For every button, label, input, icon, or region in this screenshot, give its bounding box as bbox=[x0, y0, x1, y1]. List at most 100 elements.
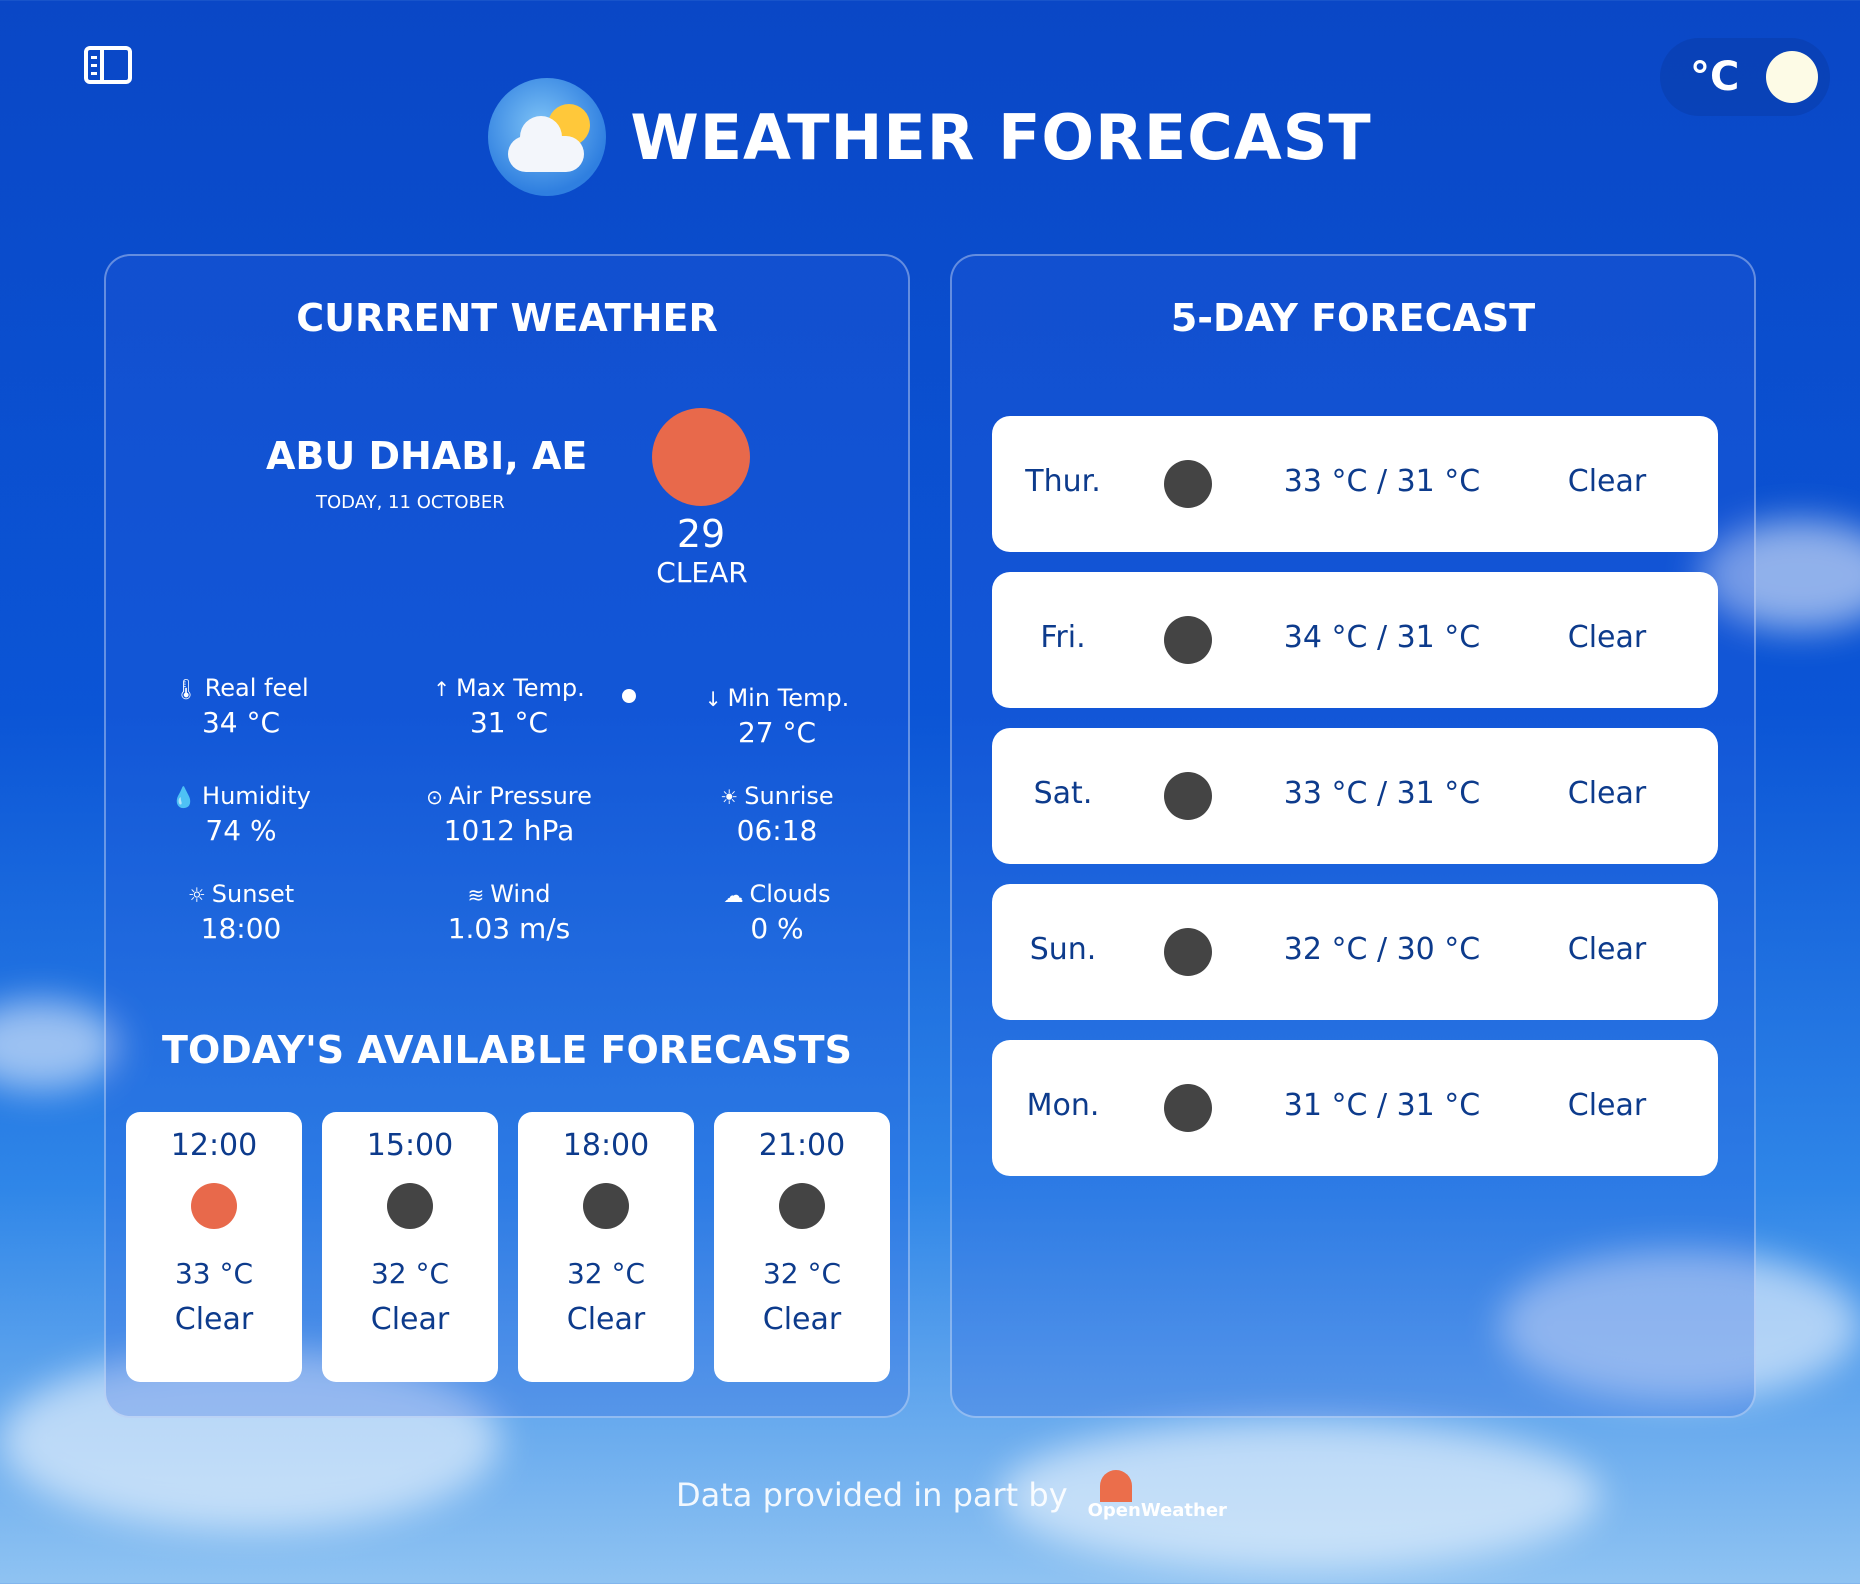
pressure-icon: ⊙ bbox=[426, 785, 443, 809]
page-title: WEATHER FORECAST bbox=[630, 100, 1372, 174]
background-cloud bbox=[0, 1000, 120, 1090]
max-temp-icon: ↑ bbox=[433, 677, 450, 701]
moon-icon bbox=[1164, 616, 1212, 664]
moon-icon bbox=[583, 1183, 629, 1229]
wind-icon: ≋ bbox=[467, 883, 485, 907]
stat-value: 31 °C bbox=[469, 706, 549, 739]
sun-icon bbox=[191, 1183, 237, 1229]
moon-icon bbox=[1164, 1084, 1212, 1132]
forecast-temps: 33 °C / 31 °C bbox=[1283, 776, 1481, 811]
sunset-icon: ☼ bbox=[187, 883, 206, 907]
hourly-time: 18:00 bbox=[562, 1128, 650, 1163]
forecast-condition: Clear bbox=[1567, 776, 1647, 811]
current-weather-title: CURRENT WEATHER bbox=[296, 296, 718, 340]
current-temperature: 29 bbox=[676, 512, 726, 556]
openweather-brand: OpenWeather bbox=[1087, 1500, 1227, 1521]
stat-label: ☁ Clouds bbox=[723, 880, 831, 908]
five-day-forecast-panel: 5-DAY FORECAST Thur. 33 °C / 31 °C Clear… bbox=[950, 254, 1756, 1418]
hourly-condition: Clear bbox=[762, 1302, 842, 1337]
forecast-day-row[interactable]: Sun. 32 °C / 30 °C Clear bbox=[992, 884, 1718, 1020]
forecast-day: Thur. bbox=[1025, 464, 1101, 499]
forecast-day: Fri. bbox=[1040, 620, 1086, 655]
forecast-temps: 31 °C / 31 °C bbox=[1283, 1088, 1481, 1123]
current-date: TODAY, 11 OCTOBER bbox=[316, 492, 505, 513]
indicator-dot bbox=[622, 689, 636, 703]
hourly-time: 15:00 bbox=[366, 1128, 454, 1163]
today-forecasts-title: TODAY'S AVAILABLE FORECASTS bbox=[162, 1028, 852, 1072]
weather-logo-icon bbox=[488, 78, 607, 196]
forecast-day: Sat. bbox=[1033, 776, 1093, 811]
city-name: ABU DHABI, AE bbox=[266, 434, 588, 478]
stat-label: ≋ Wind bbox=[467, 880, 551, 908]
current-weather-panel: CURRENT WEATHER ABU DHABI, AE TODAY, 11 … bbox=[104, 254, 910, 1418]
stat-value: 27 °C bbox=[737, 716, 817, 749]
stat-air-pressure: ⊙ Air Pressure 1012 hPa bbox=[394, 782, 624, 847]
moon-icon bbox=[1164, 772, 1212, 820]
thermometer-icon: 🌡 bbox=[173, 677, 199, 701]
sunrise-icon: ☀ bbox=[720, 785, 739, 809]
openweather-logo[interactable]: OpenWeather bbox=[1088, 1470, 1227, 1521]
hourly-temp: 32 °C bbox=[566, 1257, 646, 1290]
five-day-forecast-title: 5-DAY FORECAST bbox=[1170, 296, 1536, 340]
hourly-condition: Clear bbox=[370, 1302, 450, 1337]
min-temp-icon: ↓ bbox=[704, 687, 722, 711]
hourly-time: 21:00 bbox=[758, 1128, 846, 1163]
hourly-temp: 33 °C bbox=[174, 1257, 254, 1290]
moon-icon bbox=[1164, 460, 1212, 508]
stat-wind: ≋ Wind 1.03 m/s bbox=[394, 880, 624, 945]
stat-max-temp: ↑ Max Temp. 31 °C bbox=[394, 674, 624, 739]
hourly-condition: Clear bbox=[566, 1302, 646, 1337]
forecast-temps: 33 °C / 31 °C bbox=[1283, 464, 1481, 499]
forecast-day: Mon. bbox=[1026, 1088, 1100, 1123]
stat-sunrise: ☀ Sunrise 06:18 bbox=[662, 782, 892, 847]
forecast-day-row[interactable]: Fri. 34 °C / 31 °C Clear bbox=[992, 572, 1718, 708]
stat-real-feel: 🌡 Real feel 34 °C bbox=[126, 674, 356, 739]
forecast-condition: Clear bbox=[1567, 932, 1647, 967]
stat-label: ⊙ Air Pressure bbox=[426, 782, 592, 810]
stat-min-temp: ↓ Min Temp. 27 °C bbox=[662, 684, 892, 749]
stat-sunset: ☼ Sunset 18:00 bbox=[126, 880, 356, 945]
stat-label: ↓ Min Temp. bbox=[704, 684, 850, 712]
hourly-temp: 32 °C bbox=[762, 1257, 842, 1290]
hourly-condition: Clear bbox=[174, 1302, 254, 1337]
forecast-temps: 34 °C / 31 °C bbox=[1283, 620, 1481, 655]
forecast-day-row[interactable]: Sat. 33 °C / 31 °C Clear bbox=[992, 728, 1718, 864]
forecast-day-row[interactable]: Mon. 31 °C / 31 °C Clear bbox=[992, 1040, 1718, 1176]
droplet-icon: 💧 bbox=[171, 785, 197, 809]
stat-value: 74 % bbox=[205, 814, 277, 847]
forecast-day-row[interactable]: Thur. 33 °C / 31 °C Clear bbox=[992, 416, 1718, 552]
forecast-day: Sun. bbox=[1029, 932, 1097, 967]
app-header: WEATHER FORECAST bbox=[0, 78, 1860, 196]
stat-clouds: ☁ Clouds 0 % bbox=[662, 880, 892, 945]
hourly-card[interactable]: 18:00 32 °C Clear bbox=[518, 1112, 694, 1382]
moon-icon bbox=[1164, 928, 1212, 976]
forecast-condition: Clear bbox=[1567, 464, 1647, 499]
cloud-icon: ☁ bbox=[723, 883, 744, 907]
stat-label: ☼ Sunset bbox=[187, 880, 295, 908]
sun-icon bbox=[652, 408, 750, 506]
stat-humidity: 💧 Humidity 74 % bbox=[126, 782, 356, 847]
stat-value: 06:18 bbox=[736, 814, 818, 847]
stat-value: 1.03 m/s bbox=[447, 912, 571, 945]
stat-value: 0 % bbox=[750, 912, 804, 945]
stat-label: ↑ Max Temp. bbox=[433, 674, 585, 702]
hourly-card[interactable]: 12:00 33 °C Clear bbox=[126, 1112, 302, 1382]
forecast-condition: Clear bbox=[1567, 1088, 1647, 1123]
stat-label: 🌡 Real feel bbox=[173, 674, 309, 702]
stat-value: 1012 hPa bbox=[443, 814, 575, 847]
hourly-card[interactable]: 21:00 32 °C Clear bbox=[714, 1112, 890, 1382]
footer: Data provided in part by OpenWeather bbox=[676, 1470, 1227, 1521]
current-condition: CLEAR bbox=[656, 556, 748, 589]
hourly-time: 12:00 bbox=[170, 1128, 258, 1163]
moon-icon bbox=[387, 1183, 433, 1229]
stat-value: 34 °C bbox=[201, 706, 281, 739]
moon-icon bbox=[779, 1183, 825, 1229]
stat-label: ☀ Sunrise bbox=[720, 782, 834, 810]
stat-value: 18:00 bbox=[200, 912, 282, 945]
hourly-temp: 32 °C bbox=[370, 1257, 450, 1290]
stat-label: 💧 Humidity bbox=[171, 782, 311, 810]
forecast-temps: 32 °C / 30 °C bbox=[1283, 932, 1481, 967]
hourly-card[interactable]: 15:00 32 °C Clear bbox=[322, 1112, 498, 1382]
openweather-sun-icon bbox=[1099, 1470, 1132, 1502]
footer-attribution: Data provided in part by bbox=[676, 1476, 1068, 1514]
